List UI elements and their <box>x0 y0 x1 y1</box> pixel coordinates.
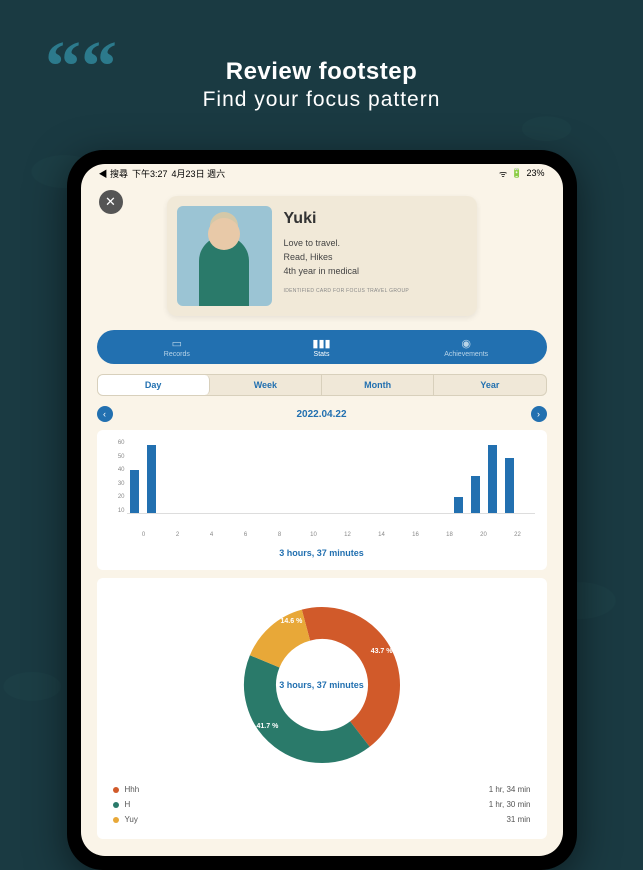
app-screen: ◀ 搜尋 下午3:27 4月23日 週六 ᯤ 🔋 23% ✕ Yuki Love… <box>81 164 563 856</box>
records-icon: ▭ <box>172 337 182 350</box>
battery-percent: 23% <box>526 168 544 178</box>
range-tabs: Day Week Month Year <box>97 374 547 396</box>
tab-stats-label: Stats <box>314 351 330 358</box>
donut-chart: 3 hours, 37 minutes 43.7 % 41.7 % 14.6 % <box>237 600 407 770</box>
profile-line1: Love to travel. <box>284 236 467 250</box>
profile-line3: 4th year in medical <box>284 264 467 278</box>
tab-records[interactable]: ▭ Records <box>105 337 250 358</box>
tablet-frame: ◀ 搜尋 下午3:27 4月23日 週六 ᯤ 🔋 23% ✕ Yuki Love… <box>67 150 577 870</box>
donut-chart-card: 3 hours, 37 minutes 43.7 % 41.7 % 14.6 %… <box>97 578 547 839</box>
battery-icon: 🔋 <box>511 168 522 179</box>
status-back: ◀ 搜尋 <box>99 167 129 180</box>
avatar <box>177 206 272 306</box>
status-date: 4月23日 週六 <box>172 167 226 180</box>
bars-area <box>127 440 535 514</box>
legend-row: H1 hr, 30 min <box>109 797 535 812</box>
donut-slice-label-1: 43.7 % <box>371 648 393 655</box>
tab-year[interactable]: Year <box>434 375 545 395</box>
bar-chart-card: 605040302010 0246810121416182022 3 hours… <box>97 430 547 570</box>
y-axis: 605040302010 <box>109 440 125 514</box>
stats-icon: ▮▮▮ <box>312 337 330 350</box>
date-navigation: ‹ 2022.04.22 › <box>97 406 547 422</box>
prev-date-button[interactable]: ‹ <box>97 406 113 422</box>
promo-headline: Review footstep Find your focus pattern <box>0 58 643 112</box>
legend-row: Hhh1 hr, 34 min <box>109 782 535 797</box>
profile-footer: IDENTIFIED CARD FOR FOCUS TRAVEL GROUP <box>284 287 467 295</box>
tab-week[interactable]: Week <box>210 375 322 395</box>
tab-stats[interactable]: ▮▮▮ Stats <box>249 337 394 358</box>
tab-month[interactable]: Month <box>322 375 434 395</box>
donut-slice-label-2: 41.7 % <box>257 723 279 730</box>
primary-tabs: ▭ Records ▮▮▮ Stats ◉ Achievements <box>97 330 547 364</box>
tab-achievements-label: Achievements <box>444 351 488 358</box>
profile-name: Yuki <box>284 206 467 232</box>
close-button[interactable]: ✕ <box>99 190 123 214</box>
current-date: 2022.04.22 <box>296 409 346 420</box>
bar-chart-summary: 3 hours, 37 minutes <box>109 548 535 558</box>
status-time: 下午3:27 <box>132 167 168 180</box>
next-date-button[interactable]: › <box>531 406 547 422</box>
donut-center-label: 3 hours, 37 minutes <box>237 600 407 770</box>
headline-title: Review footstep <box>0 58 643 86</box>
tab-records-label: Records <box>164 351 190 358</box>
achievements-icon: ◉ <box>461 337 471 350</box>
tab-day[interactable]: Day <box>98 375 210 395</box>
profile-line2: Read, Hikes <box>284 250 467 264</box>
profile-card: Yuki Love to travel. Read, Hikes 4th yea… <box>167 196 477 316</box>
legend-row: Yuy31 min <box>109 812 535 827</box>
tab-achievements[interactable]: ◉ Achievements <box>394 337 539 358</box>
x-axis: 0246810121416182022 <box>109 532 535 538</box>
wifi-icon: ᯤ <box>499 167 507 180</box>
status-bar: ◀ 搜尋 下午3:27 4月23日 週六 ᯤ 🔋 23% <box>81 164 563 182</box>
headline-subtitle: Find your focus pattern <box>0 88 643 112</box>
donut-legend: Hhh1 hr, 34 minH1 hr, 30 minYuy31 min <box>109 782 535 827</box>
donut-slice-label-3: 14.6 % <box>281 618 303 625</box>
